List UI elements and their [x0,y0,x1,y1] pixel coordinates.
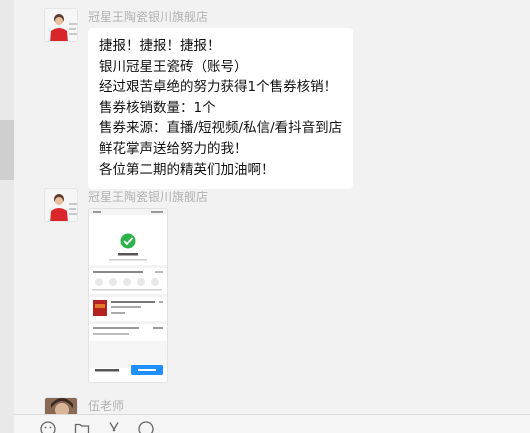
person-red-shirt-avatar-icon [45,9,77,41]
chat-history-icon[interactable] [138,421,154,433]
message-line: 售券来源：直播/短视频/私信/看抖音到店 [99,120,343,137]
emoji-icon[interactable] [40,421,56,433]
folder-icon[interactable] [74,421,90,433]
sender-name[interactable]: 伍老师 [88,397,124,414]
message-line: 鲜花掌声送给努力的我！ [99,140,248,157]
chat-pane: 冠星王陶瓷银川旗舰店 捷报！捷报！捷报！ 银川冠星王瓷砖（账号） 经过艰苦卓绝的… [0,0,530,433]
message-line: 经过艰苦卓绝的努力获得1个售券核销！ [99,79,338,96]
sender-name[interactable]: 冠星王陶瓷银川旗舰店 [88,8,208,25]
person-red-shirt-avatar-icon [45,189,77,221]
phone-screenshot-preview [89,209,167,382]
message-2: 冠星王陶瓷银川旗舰店 [44,188,244,386]
message-3: 伍老师 [44,397,194,414]
scrollbar-thumb[interactable] [0,120,14,180]
scissors-icon[interactable] [106,421,122,433]
left-panel-scrollbar[interactable] [0,0,14,433]
sender-avatar[interactable] [44,188,78,222]
person-photo-avatar-icon [45,398,77,414]
phone-screenshot-image[interactable] [88,208,168,383]
message-bubble[interactable]: 捷报！捷报！捷报！ 银川冠星王瓷砖（账号） 经过艰苦卓绝的努力获得1个售券核销！… [88,28,354,190]
message-line: 捷报！捷报！捷报！ [99,38,221,54]
sender-avatar[interactable] [44,8,78,42]
message-line: 售券核销数量：1个 [99,99,216,116]
message-1: 冠星王陶瓷银川旗舰店 捷报！捷报！捷报！ 银川冠星王瓷砖（账号） 经过艰苦卓绝的… [44,8,374,190]
message-line: 各位第二期的精英们加油啊！ [99,161,275,178]
sender-avatar[interactable] [44,397,78,414]
input-toolbar [14,414,530,433]
message-line: 银川冠星王瓷砖（账号） [99,58,248,75]
sender-name[interactable]: 冠星王陶瓷银川旗舰店 [88,188,208,205]
